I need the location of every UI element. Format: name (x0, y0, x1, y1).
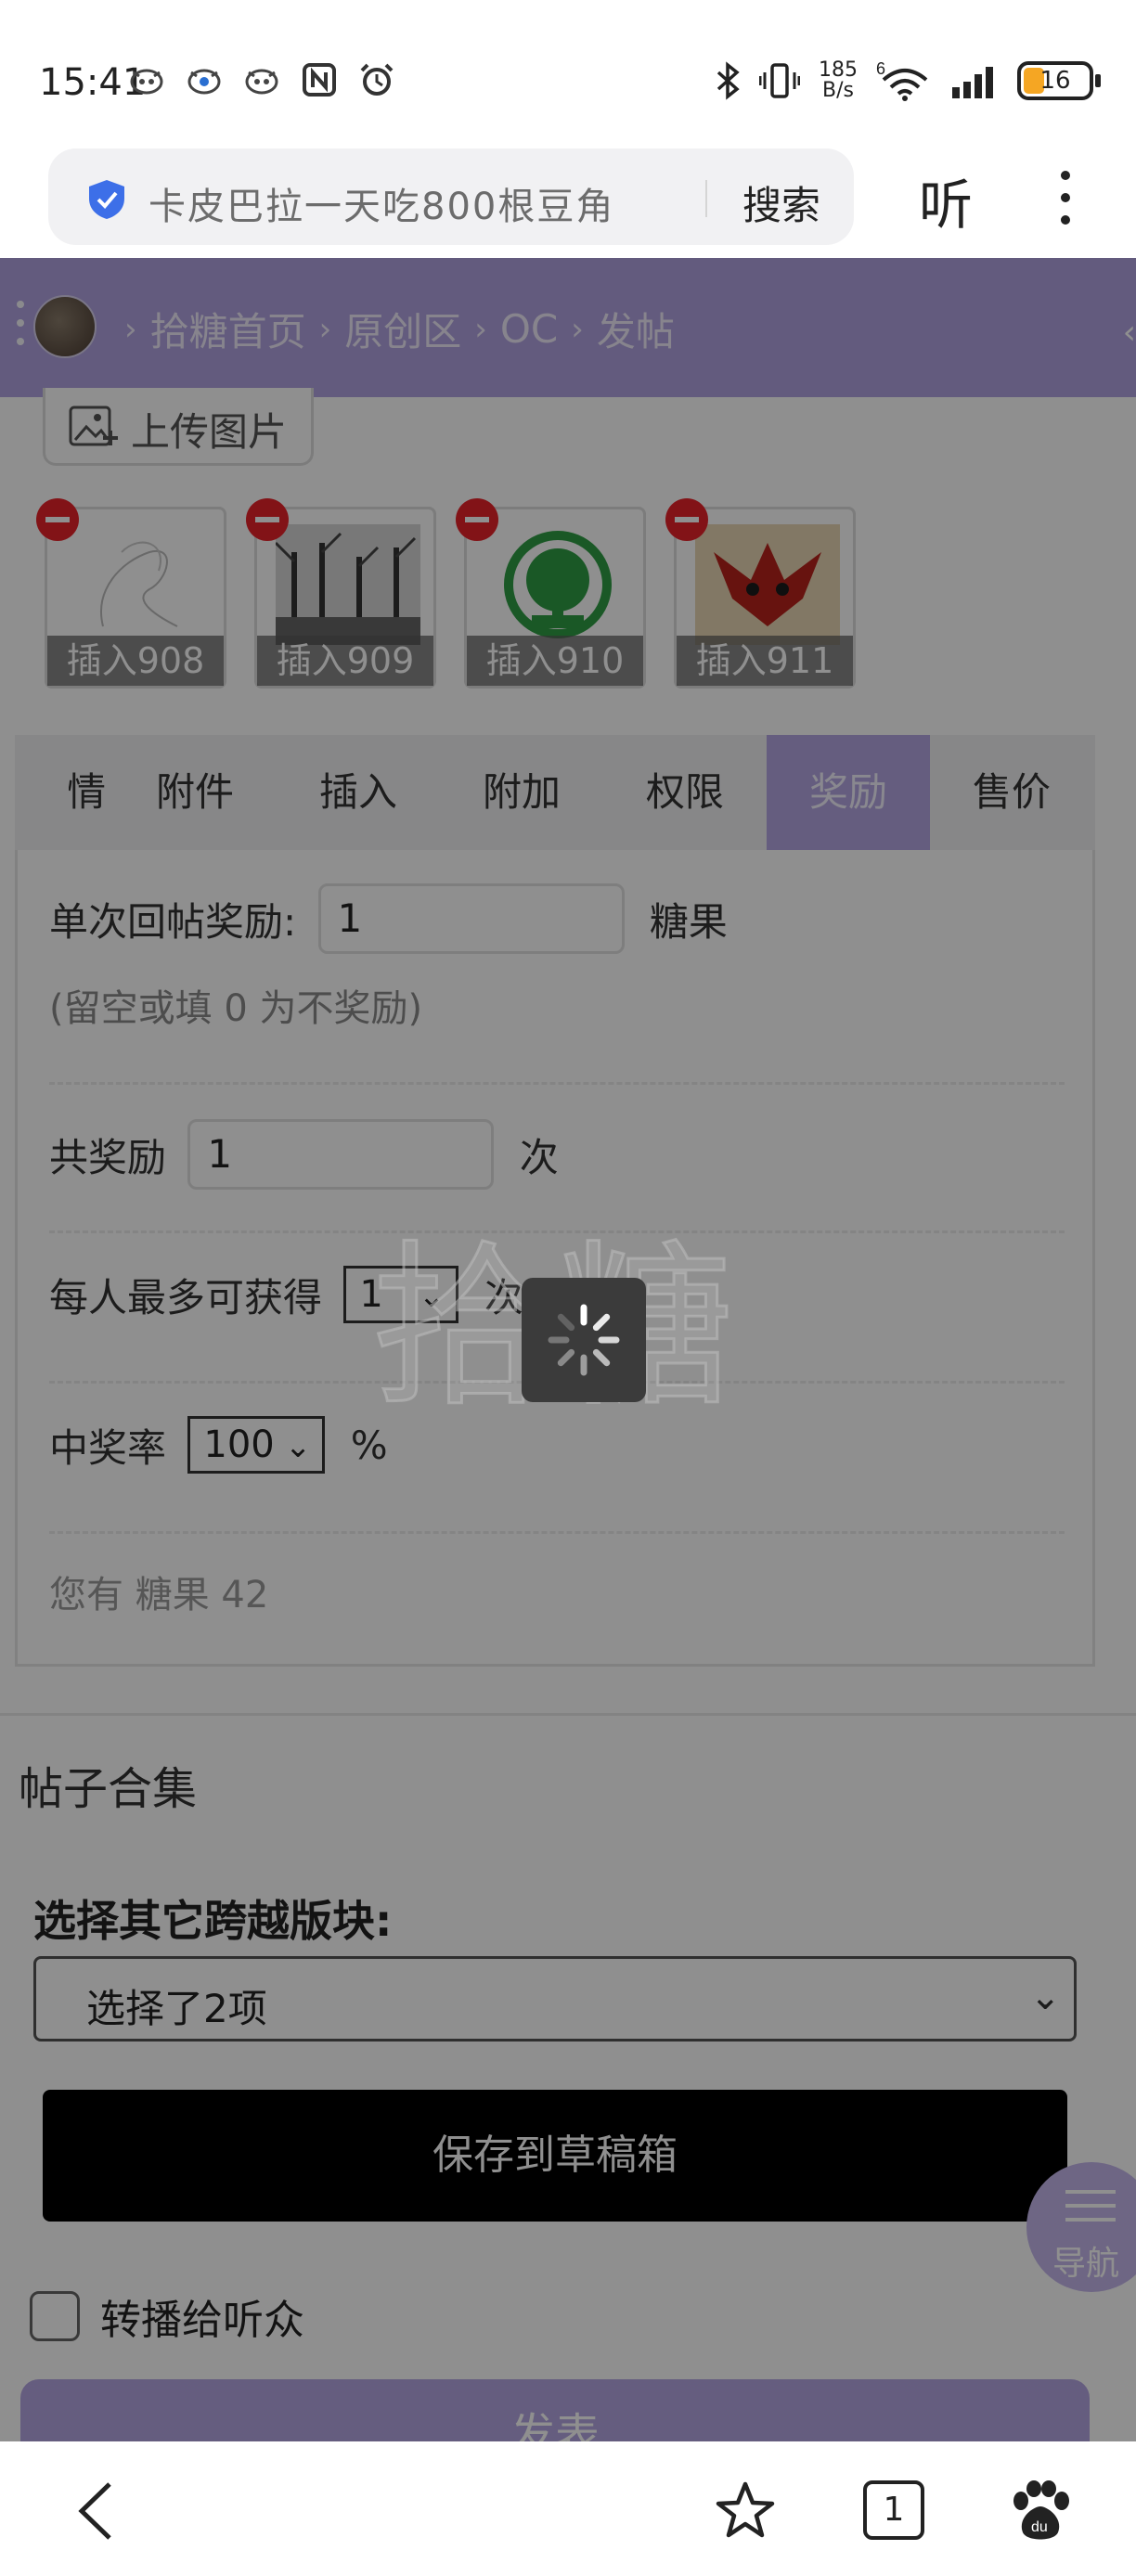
battery-level: 16 (1039, 67, 1071, 95)
alarm-icon (360, 63, 394, 96)
search-button[interactable]: 搜索 (742, 174, 820, 231)
nfc-icon (303, 63, 336, 97)
pig-face-icon (130, 69, 163, 95)
star-icon[interactable] (715, 2480, 776, 2540)
more-vert-icon[interactable] (1047, 165, 1084, 230)
baidu-paw-icon[interactable]: du (1008, 2480, 1073, 2542)
search-query-text[interactable]: 卡皮巴拉一天吃800根豆角 (148, 176, 614, 230)
signal-icon (952, 67, 993, 98)
loading-spinner (522, 1278, 646, 1402)
listen-button[interactable]: 听 (919, 161, 973, 239)
network-speed-unit: B/s (822, 79, 854, 102)
status-bar: 15:41 185 B/s 6 16 (0, 0, 1136, 139)
network-type: 6 (876, 59, 885, 78)
address-bar-divider (705, 180, 707, 217)
vibrate-icon (759, 63, 800, 98)
status-left-icons (128, 61, 395, 98)
status-right: 185 B/s 6 16 (715, 59, 1101, 102)
tabs-icon[interactable]: 1 (863, 2480, 924, 2540)
pig-face-icon (187, 69, 221, 95)
network-speed: 185 B/s (817, 60, 859, 101)
bluetooth-icon (716, 61, 740, 100)
svg-text:du: du (1031, 2519, 1048, 2535)
browser-toolbar: 卡皮巴拉一天吃800根豆角 搜索 听 (0, 139, 1136, 258)
security-shield-icon (89, 180, 124, 219)
network-speed-value: 185 (819, 58, 858, 82)
battery-icon: 16 (1017, 61, 1101, 100)
spinner-icon (548, 1304, 620, 1376)
back-icon[interactable] (72, 2480, 119, 2542)
address-bar[interactable]: 卡皮巴拉一天吃800根豆角 搜索 (48, 148, 854, 245)
wifi-icon: 6 (876, 59, 928, 101)
bottom-navigation: 1 du (0, 2441, 1136, 2576)
pig-face-icon (245, 69, 278, 95)
